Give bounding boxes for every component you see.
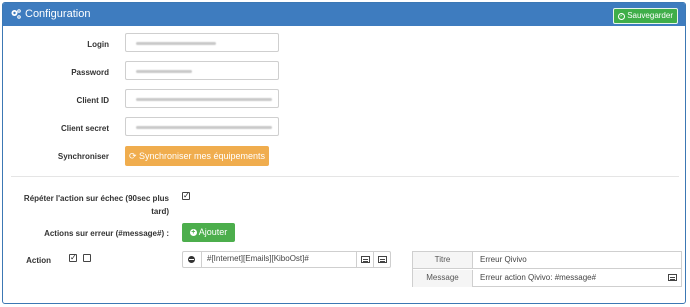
sync-devices-button[interactable]: ⟳ Synchroniser mes équipements	[125, 146, 269, 166]
section-divider	[11, 176, 679, 177]
gears-icon	[11, 9, 21, 19]
check-circle-icon: ✓	[618, 12, 626, 20]
action-parallel-checkbox[interactable]	[83, 254, 91, 262]
message-input[interactable]: Erreur action Qivivo: #message#	[480, 270, 596, 286]
command-input-group: #[Internet][Emails][KiboOst]#	[182, 251, 391, 268]
table-icon	[378, 256, 387, 263]
add-button-label: Ajouter	[198, 227, 228, 237]
action-options-table: Titre Erreur Qivivo Message Erreur actio…	[412, 251, 682, 287]
select-expression-button[interactable]	[374, 252, 391, 267]
configuration-panel: Configuration ✓ Sauvegarder Login Passwo…	[2, 2, 686, 304]
password-input[interactable]	[125, 61, 279, 80]
plus-circle-icon: +	[189, 229, 197, 237]
action-enable-checkbox[interactable]: ✓	[69, 254, 77, 262]
client-id-input[interactable]	[125, 89, 279, 108]
redacted-value	[136, 42, 216, 45]
save-button-label: Sauvegarder	[627, 11, 673, 20]
retry-label-line2: tard)	[151, 207, 169, 216]
retry-label: Répéter l'action sur échec (90sec plus t…	[11, 194, 169, 216]
command-input[interactable]: #[Internet][Emails][KiboOst]#	[207, 254, 309, 263]
title-key: Titre	[413, 252, 473, 268]
save-button[interactable]: ✓ Sauvegarder	[613, 8, 678, 24]
redacted-value	[136, 98, 272, 101]
error-actions-label: Actions sur erreur (#message#) :	[44, 229, 169, 238]
login-input[interactable]	[125, 33, 279, 52]
login-label: Login	[87, 40, 109, 49]
client-id-label: Client ID	[76, 96, 109, 105]
title-row: Titre Erreur Qivivo	[413, 252, 681, 269]
refresh-icon: ⟳	[128, 151, 137, 161]
retry-checkbox[interactable]: ✓	[182, 192, 190, 200]
list-icon[interactable]	[668, 274, 677, 281]
panel-header: Configuration ✓ Sauvegarder	[3, 3, 685, 26]
message-key: Message	[413, 270, 473, 287]
add-action-button[interactable]: + Ajouter	[182, 223, 235, 242]
password-label: Password	[71, 68, 109, 77]
title-input[interactable]: Erreur Qivivo	[480, 252, 527, 268]
client-secret-label: Client secret	[60, 124, 109, 133]
minus-circle-icon	[188, 256, 195, 263]
action-label: Action	[26, 256, 51, 265]
list-icon	[361, 256, 370, 263]
remove-action-button[interactable]	[183, 252, 202, 267]
sync-button-label: Synchroniser mes équipements	[139, 151, 266, 161]
sync-label: Synchroniser	[57, 152, 109, 161]
panel-title: Configuration	[25, 8, 91, 20]
redacted-value	[136, 70, 192, 73]
select-command-button[interactable]	[356, 252, 374, 267]
message-row: Message Erreur action Qivivo: #message#	[413, 270, 681, 287]
client-secret-input[interactable]	[125, 117, 279, 136]
redacted-value	[136, 126, 272, 129]
retry-label-line1: Répéter l'action sur échec (90sec plus	[23, 194, 169, 203]
